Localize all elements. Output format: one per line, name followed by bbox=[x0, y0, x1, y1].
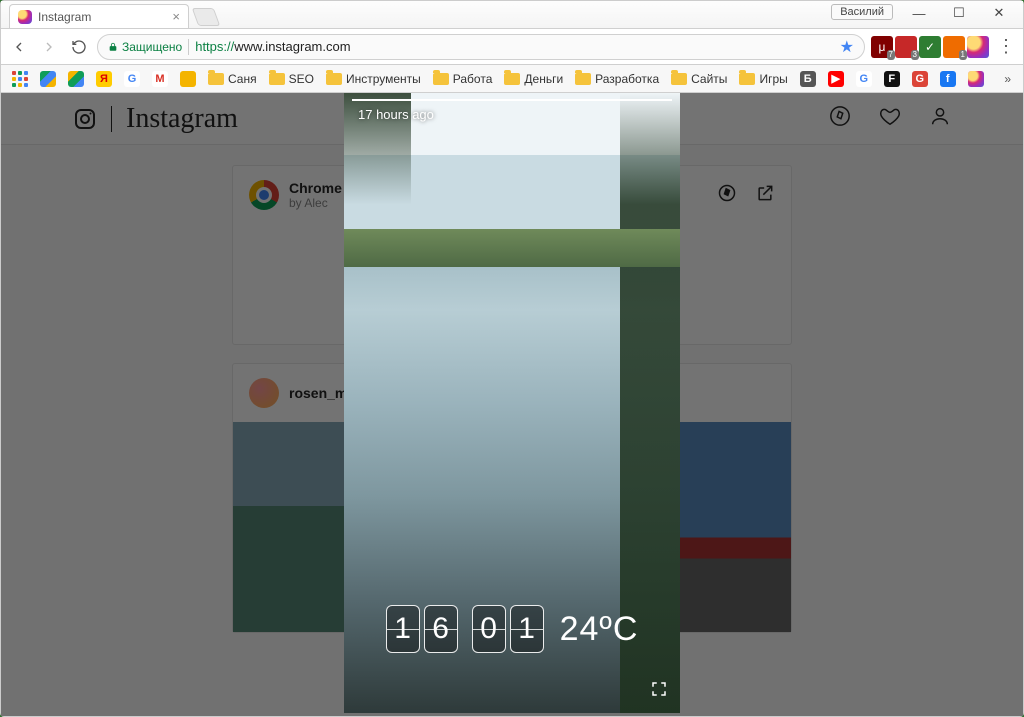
nav-reload-button[interactable] bbox=[67, 35, 91, 59]
bookmark-google2-icon[interactable]: G bbox=[851, 69, 877, 89]
bookmark-folder-label: Инструменты bbox=[346, 72, 421, 86]
bookmark-folder-label: SEO bbox=[289, 72, 314, 86]
bookmark-folder[interactable]: Разработка bbox=[570, 70, 664, 88]
page-content: Instagram Chrome by Alec bbox=[1, 93, 1023, 716]
bookmarks-overflow-button[interactable]: » bbox=[998, 72, 1017, 86]
browser-window: Instagram × Василий — ☐ ✕ Защищено bbox=[0, 0, 1024, 717]
bookmark-folder[interactable]: Деньги bbox=[499, 70, 568, 88]
bookmark-gmail-icon[interactable]: M bbox=[147, 69, 173, 89]
omnibox[interactable]: Защищено https://www.instagram.com ★ bbox=[97, 34, 865, 60]
temperature-widget: 24ºC bbox=[560, 610, 639, 649]
new-tab-button[interactable] bbox=[192, 8, 221, 26]
bookmark-folder-label: Разработка bbox=[595, 72, 659, 86]
extension-ext-orange-icon[interactable]: 1 bbox=[943, 36, 965, 58]
window-close-button[interactable]: ✕ bbox=[979, 1, 1019, 25]
bookmark-folder[interactable]: SEO bbox=[264, 70, 319, 88]
chrome-menu-button[interactable]: ⋮ bbox=[995, 36, 1017, 57]
bookmark-folder[interactable]: Работа bbox=[428, 70, 498, 88]
bookmark-folder[interactable]: Инструменты bbox=[321, 70, 426, 88]
bookmark-folder-label: Работа bbox=[453, 72, 493, 86]
clock-digit: 0 bbox=[472, 605, 506, 653]
clock-digit: 6 bbox=[424, 605, 458, 653]
story-timestamp: 17 hours ago bbox=[358, 107, 434, 122]
instagram-favicon-icon bbox=[18, 10, 32, 24]
bookmark-star-icon[interactable]: ★ bbox=[840, 37, 854, 57]
omnibox-separator bbox=[188, 39, 189, 55]
clock-digit: 1 bbox=[386, 605, 420, 653]
bookmark-google-icon[interactable]: G bbox=[119, 69, 145, 89]
titlebar: Instagram × Василий — ☐ ✕ bbox=[1, 1, 1023, 29]
bookmark-folder[interactable]: Сайты bbox=[666, 70, 732, 88]
bookmark-b-icon[interactable]: Б bbox=[795, 69, 821, 89]
bookmark-folder-label: Саня bbox=[228, 72, 257, 86]
extension-ublock-icon[interactable]: μ7 bbox=[871, 36, 893, 58]
secure-label: Защищено bbox=[122, 40, 182, 54]
bookmark-folder[interactable]: Саня bbox=[203, 70, 262, 88]
bookmark-folder[interactable]: Игры bbox=[734, 70, 792, 88]
story-viewer[interactable]: 17 hours ago 1601 24ºC bbox=[344, 93, 680, 713]
bookmark-folder-label: Сайты bbox=[691, 72, 727, 86]
story-progress-bar bbox=[352, 99, 672, 101]
apps-launcher-icon[interactable] bbox=[7, 69, 33, 89]
bookmark-ig-icon[interactable] bbox=[963, 69, 989, 89]
bookmarks-bar: ЯGMСаняSEOИнструментыРаботаДеньгиРазрабо… bbox=[1, 65, 1023, 93]
bookmark-yandex-icon[interactable]: Я bbox=[91, 69, 117, 89]
bookmark-note-icon[interactable] bbox=[175, 69, 201, 89]
bookmark-gdrive2-icon[interactable] bbox=[63, 69, 89, 89]
story-widgets: 1601 24ºC bbox=[344, 605, 680, 653]
extension-ig-ext-icon[interactable] bbox=[967, 36, 989, 58]
secure-badge: Защищено bbox=[108, 40, 182, 54]
bookmark-youtube-icon[interactable]: ▶ bbox=[823, 69, 849, 89]
bookmark-f-icon[interactable]: F bbox=[879, 69, 905, 89]
bookmark-fb-icon[interactable]: f bbox=[935, 69, 961, 89]
bookmark-folder-label: Игры bbox=[759, 72, 787, 86]
clock-digit: 1 bbox=[510, 605, 544, 653]
fullscreen-button[interactable] bbox=[650, 680, 668, 703]
bookmark-gdrive-icon[interactable] bbox=[35, 69, 61, 89]
bookmark-folder-label: Деньги bbox=[524, 72, 563, 86]
window-minimize-button[interactable]: — bbox=[899, 1, 939, 25]
extension-adguard-icon[interactable]: ✓ bbox=[919, 36, 941, 58]
nav-back-button[interactable] bbox=[7, 35, 31, 59]
tab-close-icon[interactable]: × bbox=[172, 10, 180, 23]
profile-badge[interactable]: Василий bbox=[831, 4, 893, 20]
window-maximize-button[interactable]: ☐ bbox=[939, 1, 979, 25]
extension-ext-red-icon[interactable]: 3 bbox=[895, 36, 917, 58]
bookmark-gplus-icon[interactable]: G bbox=[907, 69, 933, 89]
clock-widget: 1601 bbox=[386, 605, 544, 653]
tab-title: Instagram bbox=[38, 10, 91, 24]
extensions-row: μ73✓1 bbox=[871, 36, 989, 58]
toolbar: Защищено https://www.instagram.com ★ μ73… bbox=[1, 29, 1023, 65]
omnibox-url: https://www.instagram.com bbox=[195, 39, 350, 54]
nav-forward-button[interactable] bbox=[37, 35, 61, 59]
browser-tab[interactable]: Instagram × bbox=[9, 4, 189, 28]
